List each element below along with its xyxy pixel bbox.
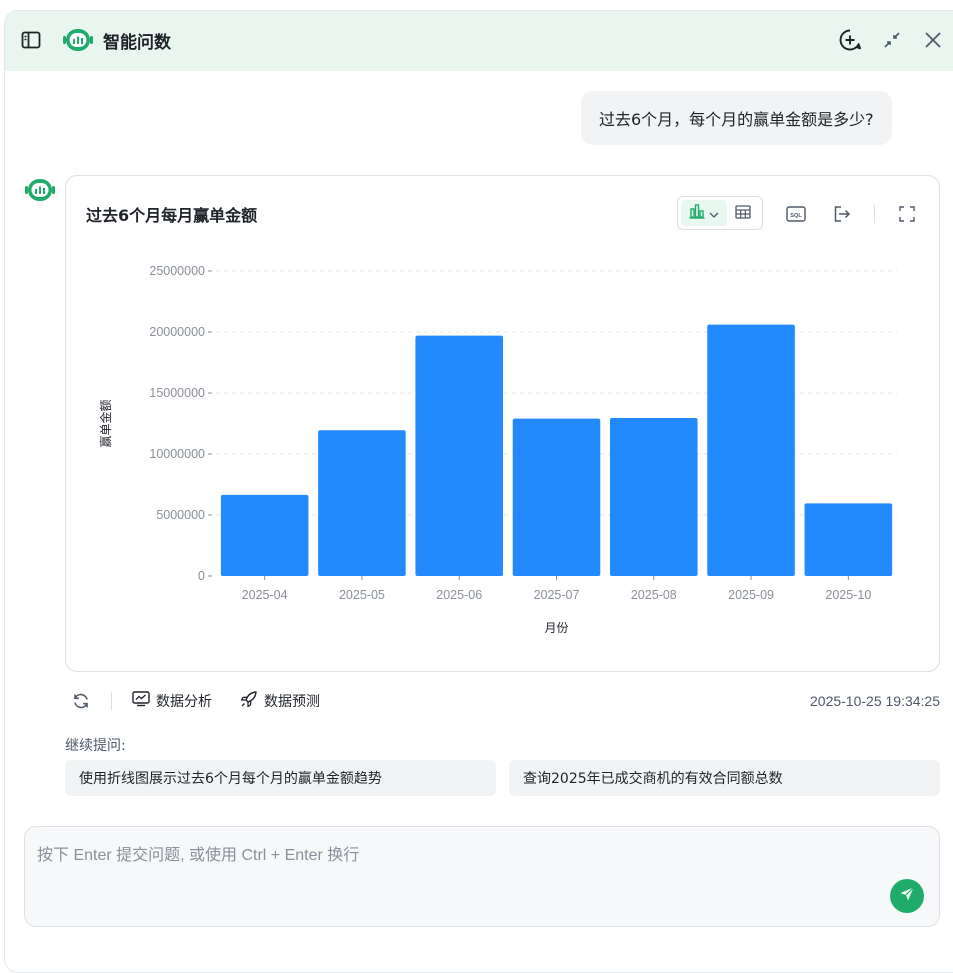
plus-circle-icon[interactable]	[837, 27, 863, 53]
y-tick-label: 10000000	[149, 447, 205, 461]
data-predict-label: 数据预测	[264, 694, 320, 710]
suggestion-item[interactable]: 查询2025年已成交商机的有效合同额总数	[509, 760, 940, 796]
question-input[interactable]	[37, 841, 877, 881]
x-tick-label: 2025-08	[631, 588, 677, 602]
app-title: 智能问数	[103, 33, 171, 53]
actions-divider	[111, 692, 112, 710]
bar-chart: 0 5000000 10000000 15000000 20000000 25000000…	[98, 264, 897, 635]
user-message-bubble: 过去6个月，每个月的赢单金额是多少?	[581, 91, 892, 145]
question-input-box	[24, 826, 940, 927]
bar-2025-05[interactable]	[318, 430, 406, 576]
table-icon	[735, 204, 751, 223]
assistant-window: 智能问数 过去6个月，每个月的赢单金额是多少? 过去6个月每月赢单金额 SQL …	[4, 10, 953, 973]
bar-2025-10[interactable]	[804, 503, 893, 576]
x-axis-label: 月份	[544, 621, 568, 635]
x-tick-label: 2025-04	[242, 588, 288, 602]
x-tick-label: 2025-09	[728, 588, 774, 602]
y-tick-label: 25000000	[149, 264, 205, 278]
data-analysis-button[interactable]: 数据分析	[132, 691, 212, 711]
rocket-icon	[240, 690, 258, 712]
shrink-icon[interactable]	[881, 29, 903, 51]
robot-avatar-icon	[23, 177, 57, 203]
y-tick-label: 15000000	[149, 386, 205, 400]
bar-2025-04[interactable]	[220, 494, 309, 576]
data-analysis-label: 数据分析	[156, 694, 212, 710]
x-tick-label: 2025-07	[534, 588, 580, 602]
bar-2025-07[interactable]	[512, 418, 601, 576]
send-button[interactable]	[890, 879, 924, 913]
y-tick-label: 0	[198, 569, 205, 583]
sql-icon[interactable]: SQL	[784, 202, 808, 226]
close-icon[interactable]	[921, 28, 945, 52]
window-header: 智能问数	[5, 11, 953, 71]
data-predict-button[interactable]: 数据预测	[240, 690, 320, 712]
send-icon	[899, 886, 915, 906]
y-tick-label: 5000000	[156, 508, 205, 522]
sql-icon-text: SQL	[790, 213, 802, 219]
suggestion-item[interactable]: 使用折线图展示过去6个月每个月的赢单金额趋势	[65, 760, 496, 796]
chart-title: 过去6个月每月赢单金额	[86, 206, 258, 225]
robot-logo-icon	[61, 27, 95, 53]
export-icon[interactable]	[830, 202, 854, 226]
chart-type-toggle	[677, 196, 763, 230]
monitor-chart-icon	[132, 691, 150, 711]
x-tick-label: 2025-06	[436, 588, 482, 602]
continue-asking-label: 继续提问:	[65, 738, 126, 754]
x-tick-label: 2025-10	[825, 588, 871, 602]
y-tick-label: 20000000	[149, 325, 205, 339]
answer-card: 过去6个月每月赢单金额 SQL 0 5000000 10000000 15000…	[65, 175, 940, 672]
bar-2025-06[interactable]	[415, 335, 503, 576]
x-tick-label: 2025-05	[339, 588, 385, 602]
answer-actions: 数据分析 数据预测 2025-10-25 19:34:25	[65, 687, 940, 715]
table-view-button[interactable]	[727, 200, 759, 226]
bar-2025-08[interactable]	[610, 418, 698, 576]
y-axis-label: 赢单金额	[98, 399, 113, 447]
toolbar-divider	[874, 205, 875, 223]
chevron-down-icon	[709, 204, 719, 223]
fullscreen-icon[interactable]	[895, 202, 919, 226]
sidebar-toggle-icon[interactable]	[19, 28, 43, 52]
bar-2025-09[interactable]	[707, 324, 795, 576]
refresh-icon[interactable]	[67, 687, 95, 715]
chart-view-button[interactable]	[681, 200, 727, 226]
answer-timestamp: 2025-10-25 19:34:25	[810, 693, 940, 709]
bar-chart-icon	[689, 203, 705, 223]
